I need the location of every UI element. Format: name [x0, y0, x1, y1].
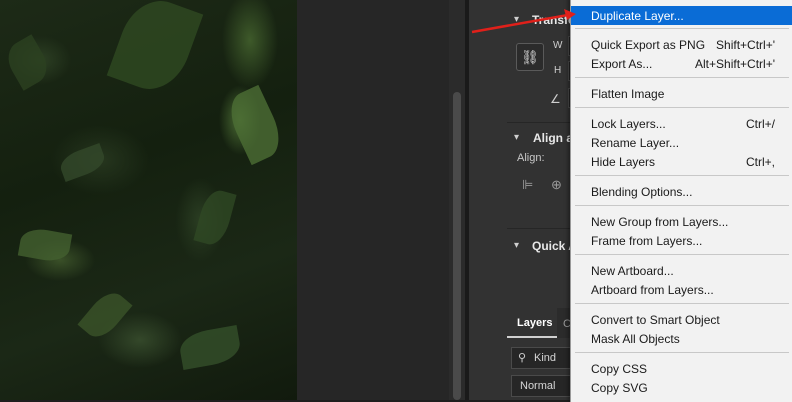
filter-kind-label: Kind — [534, 352, 557, 364]
chevron-down-icon[interactable]: ▾ — [514, 132, 519, 143]
menu-item-mask-all-objects[interactable]: Mask All Objects — [571, 329, 792, 348]
menu-item-quick-export-png[interactable]: Quick Export as PNG Shift+Ctrl+' — [571, 35, 792, 54]
menu-item-artboard-from-layers[interactable]: Artboard from Layers... — [571, 280, 792, 299]
menu-item-copy-css[interactable]: Copy CSS — [571, 359, 792, 378]
menu-item-frame-from-layers[interactable]: Frame from Layers... — [571, 231, 792, 250]
height-label: H — [554, 65, 562, 76]
foliage-leaf — [57, 143, 108, 182]
menu-separator — [575, 77, 789, 78]
layer-context-menu: ... Duplicate Layer... Quick Export as P… — [570, 0, 792, 402]
section-divider — [507, 122, 575, 123]
menu-separator — [575, 205, 789, 206]
menu-item-flatten-image[interactable]: Flatten Image — [571, 84, 792, 103]
search-icon: ⚲ — [518, 352, 527, 364]
align-center-icon[interactable]: ⊕ — [551, 177, 562, 193]
menu-item-new-artboard[interactable]: New Artboard... — [571, 261, 792, 280]
blend-mode-select[interactable]: Normal — [511, 375, 575, 397]
filter-kind-select[interactable]: ⚲ Kind — [511, 347, 575, 369]
foliage-leaf — [222, 84, 288, 166]
section-divider — [507, 228, 575, 229]
menu-item-copy-svg[interactable]: Copy SVG — [571, 378, 792, 397]
chevron-down-icon[interactable]: ▾ — [514, 240, 519, 251]
menu-item-blending-options[interactable]: Blending Options... — [571, 182, 792, 201]
document-canvas[interactable] — [0, 0, 297, 400]
width-label: W — [553, 40, 563, 51]
menu-item-partial: ... — [571, 0, 792, 5]
blend-mode-value: Normal — [520, 380, 556, 392]
foliage-leaf — [177, 325, 243, 370]
align-left-icon[interactable]: ⊫ — [522, 177, 533, 193]
menu-separator — [575, 254, 789, 255]
foliage-leaf — [17, 225, 73, 265]
menu-item-duplicate-layer[interactable]: Duplicate Layer... — [571, 6, 792, 25]
menu-item-hide-layers[interactable]: Hide Layers Ctrl+, — [571, 152, 792, 171]
pasteboard-area — [297, 0, 449, 400]
menu-separator — [575, 107, 789, 108]
menu-item-export-as[interactable]: Export As... Alt+Shift+Ctrl+' — [571, 54, 792, 73]
menu-separator — [575, 28, 789, 29]
menu-separator — [575, 303, 789, 304]
foliage-leaf — [77, 286, 133, 344]
canvas-scrollbar-thumb[interactable] — [453, 92, 461, 400]
menu-item-rename-layer[interactable]: Rename Layer... — [571, 133, 792, 152]
menu-separator — [575, 175, 789, 176]
arrow-head — [564, 9, 576, 20]
foliage-leaf — [1, 34, 54, 91]
align-label: Align: — [517, 152, 545, 164]
foliage-leaf — [106, 0, 204, 100]
menu-item-lock-layers[interactable]: Lock Layers... Ctrl+/ — [571, 114, 792, 133]
foliage-leaf — [193, 187, 237, 248]
menu-item-convert-to-smart-object[interactable]: Convert to Smart Object — [571, 310, 792, 329]
annotation-arrow-icon — [471, 9, 576, 34]
arrow-shaft — [471, 13, 569, 34]
angle-icon: ∠ — [550, 92, 561, 106]
tab-layers[interactable]: Layers — [507, 308, 557, 338]
menu-item-new-group-from-layers[interactable]: New Group from Layers... — [571, 212, 792, 231]
menu-separator — [575, 352, 789, 353]
link-proportions-icon[interactable]: ⛓ — [516, 43, 544, 71]
